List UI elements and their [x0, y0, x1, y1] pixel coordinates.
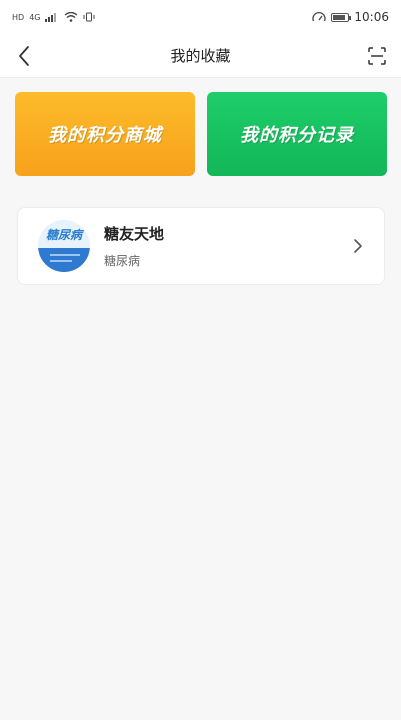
favorite-item[interactable]: 糖尿病 糖友天地 糖尿病	[17, 207, 385, 285]
favorite-subtitle: 糖尿病	[104, 254, 141, 268]
scan-icon	[368, 47, 386, 65]
thumbnail-graphic	[38, 248, 90, 272]
points-mall-button[interactable]: 我的积分商城	[15, 92, 195, 176]
status-bar: HD 4G 10:06	[0, 0, 401, 34]
favorite-title: 糖友天地	[104, 225, 165, 243]
network-type: 4G	[29, 12, 41, 22]
battery-icon	[331, 12, 352, 22]
wifi-icon	[65, 12, 78, 22]
scan-button[interactable]	[363, 42, 391, 70]
signal-icon	[45, 13, 57, 22]
chevron-right-icon	[354, 239, 362, 253]
vibrate-icon	[83, 12, 95, 22]
status-right: 10:06	[312, 10, 389, 24]
page-title: 我的收藏	[170, 47, 231, 65]
back-button[interactable]	[10, 42, 38, 70]
favorite-thumbnail: 糖尿病	[38, 220, 90, 272]
nav-header: 我的收藏	[0, 34, 401, 78]
clock: 10:06	[354, 10, 389, 24]
status-left: HD 4G	[12, 12, 95, 22]
points-record-button[interactable]: 我的积分记录	[207, 92, 387, 176]
thumbnail-logo-text: 糖尿病	[45, 228, 82, 242]
hd-indicator: HD	[12, 12, 25, 22]
favorite-text: 糖友天地 糖尿病	[104, 223, 164, 269]
speedometer-icon	[312, 11, 327, 22]
chevron-left-icon	[19, 46, 29, 66]
points-cards: 我的积分商城 我的积分记录	[15, 92, 387, 176]
